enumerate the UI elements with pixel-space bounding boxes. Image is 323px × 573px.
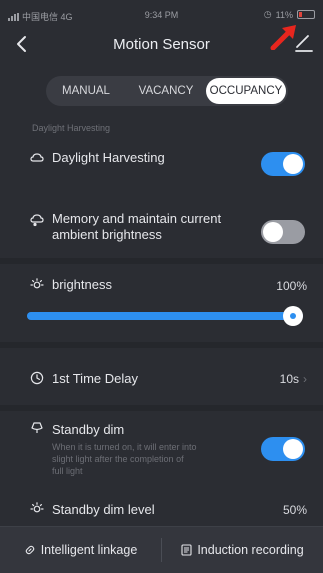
intelligent-linkage-label: Intelligent linkage <box>40 543 138 557</box>
daylight-harvesting-label: Daylight Harvesting <box>52 150 165 165</box>
cloud-icon <box>30 153 44 162</box>
toggle-knob <box>263 222 283 242</box>
memory-toggle[interactable] <box>261 220 305 244</box>
battery-icon <box>297 10 315 19</box>
brightness-slider-fill <box>27 312 303 320</box>
clock-icon <box>30 371 44 385</box>
section-label: Daylight Harvesting <box>32 123 111 133</box>
time-delay-row[interactable]: 1st Time Delay 10s › <box>0 368 323 392</box>
brightness-slider[interactable] <box>27 306 303 326</box>
standby-dim-level-value: 50% <box>282 503 307 517</box>
standby-dim-desc-line2: slight light after the completion of <box>52 454 184 464</box>
document-icon <box>181 544 192 556</box>
toggle-knob <box>283 439 303 459</box>
standby-dim-row: Standby dim When it is turned on, it wil… <box>0 418 323 478</box>
brightness-row: brightness 100% <box>0 276 323 300</box>
bulb-icon <box>30 502 44 513</box>
standby-dim-desc-line3: full light <box>52 466 83 476</box>
brightness-label: brightness <box>52 277 112 292</box>
mode-segmented-control: MANUAL VACANCY OCCUPANCY <box>46 76 288 106</box>
intelligent-linkage-button[interactable]: Intelligent linkage <box>0 543 161 557</box>
section-divider <box>0 405 323 411</box>
time-delay-label: 1st Time Delay <box>52 371 138 386</box>
lamp-icon <box>31 422 43 433</box>
tab-occupancy[interactable]: OCCUPANCY <box>206 78 286 104</box>
standby-dim-desc-line1: When it is turned on, it will enter into <box>52 442 197 452</box>
brightness-slider-thumb[interactable] <box>283 306 303 326</box>
memory-label-line2: ambient brightness <box>52 227 162 242</box>
section-divider <box>0 258 323 264</box>
time-delay-value-wrap: 10s › <box>280 372 307 386</box>
cloud-memory-icon <box>30 214 44 227</box>
bottom-action-bar: Intelligent linkage Induction recording <box>0 526 323 573</box>
status-right: ◷ 11% <box>264 9 315 20</box>
red-arrow-annotation <box>270 25 296 50</box>
daylight-harvesting-toggle[interactable] <box>261 152 305 176</box>
induction-recording-button[interactable]: Induction recording <box>162 543 323 557</box>
standby-dim-level-label: Standby dim level <box>52 502 155 517</box>
tab-manual[interactable]: MANUAL <box>46 78 126 104</box>
memory-label-line1: Memory and maintain current <box>52 211 222 226</box>
section-divider <box>0 342 323 348</box>
tab-vacancy[interactable]: VACANCY <box>126 78 206 104</box>
standby-dim-level-row[interactable]: Standby dim level 50% <box>0 500 323 520</box>
chevron-right-icon: › <box>303 372 307 386</box>
battery-percent: 11% <box>275 9 293 20</box>
induction-recording-label: Induction recording <box>197 543 304 557</box>
brightness-value: 100% <box>276 279 307 293</box>
standby-dim-toggle[interactable] <box>261 437 305 461</box>
memory-row: Memory and maintain current ambient brig… <box>0 205 323 253</box>
daylight-harvesting-row: Daylight Harvesting <box>0 145 323 185</box>
link-icon <box>25 545 34 555</box>
toggle-knob <box>283 154 303 174</box>
alarm-icon: ◷ <box>263 9 272 19</box>
bulb-icon <box>30 278 44 289</box>
standby-dim-label: Standby dim <box>52 422 125 437</box>
time-delay-value: 10s <box>279 372 299 386</box>
